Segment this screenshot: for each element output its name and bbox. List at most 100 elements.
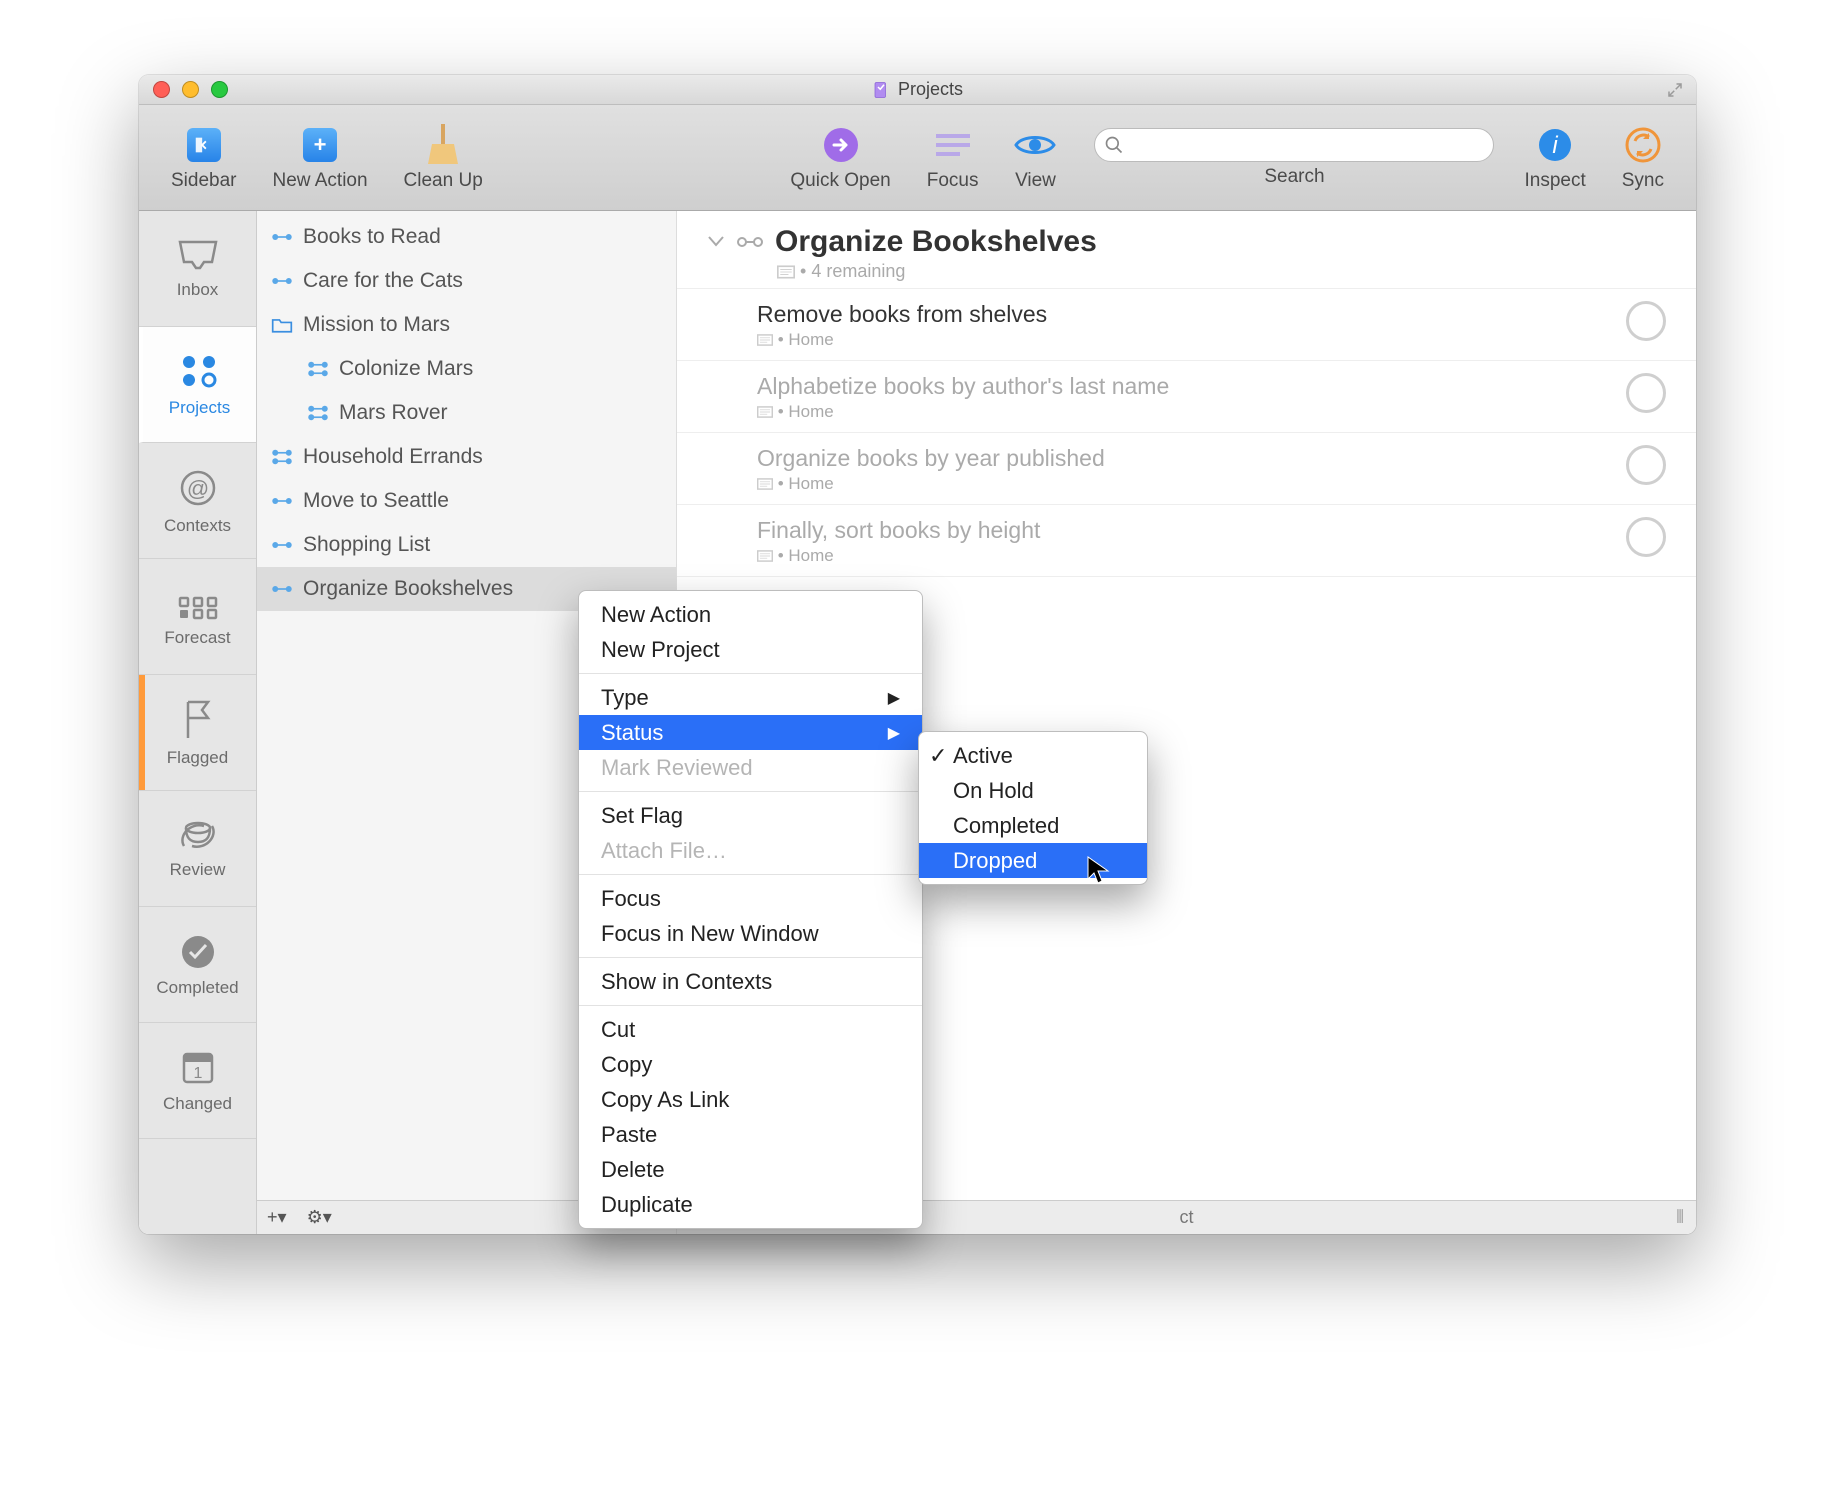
perspective-inbox[interactable]: Inbox — [139, 211, 256, 327]
completed-icon — [178, 932, 218, 972]
project-item[interactable]: Colonize Mars — [257, 347, 676, 391]
perspective-label: Flagged — [167, 748, 228, 768]
sync-button[interactable]: Sync — [1604, 105, 1682, 210]
menu-separator — [579, 1005, 922, 1006]
arrow-circle-icon — [820, 124, 862, 166]
project-type-icon — [271, 270, 293, 292]
project-label: Household Errands — [303, 445, 483, 469]
fullscreen-icon[interactable] — [1666, 81, 1684, 99]
quick-open-button[interactable]: Quick Open — [772, 105, 908, 210]
note-icon — [777, 265, 795, 279]
context-menu-item[interactable]: Show in Contexts — [579, 964, 922, 999]
context-menu-item[interactable]: Paste — [579, 1117, 922, 1152]
context-menu-item[interactable]: Focus — [579, 881, 922, 916]
perspective-review[interactable]: Review — [139, 791, 256, 907]
context-menu-item[interactable]: Cut — [579, 1012, 922, 1047]
perspective-contexts[interactable]: @ Contexts — [139, 443, 256, 559]
submenu-arrow-icon: ▶ — [888, 723, 900, 743]
add-menu-button[interactable]: +▾ — [267, 1207, 287, 1228]
task-row[interactable]: Finally, sort books by height • Home — [677, 505, 1696, 577]
footer-hint: ct — [1179, 1207, 1193, 1228]
eye-icon — [1014, 124, 1056, 166]
task-row[interactable]: Alphabetize books by author's last name … — [677, 361, 1696, 433]
menu-separator — [579, 791, 922, 792]
task-checkbox[interactable] — [1626, 301, 1666, 341]
project-item[interactable]: Books to Read — [257, 215, 676, 259]
changed-icon: 1 — [178, 1048, 218, 1088]
context-menu-item[interactable]: New Action — [579, 597, 922, 632]
menu-item-label: Status — [601, 720, 663, 746]
search-icon — [1104, 135, 1124, 155]
sidebar-label: Sidebar — [171, 170, 237, 192]
menu-item-label: Mark Reviewed — [601, 755, 753, 781]
project-item[interactable]: Mars Rover — [257, 391, 676, 435]
perspective-flagged[interactable]: Flagged — [139, 675, 256, 791]
search-input[interactable] — [1094, 128, 1494, 162]
context-menu-item[interactable]: Status ▶ — [579, 715, 922, 750]
sync-label: Sync — [1622, 170, 1664, 192]
task-row[interactable]: Organize books by year published • Home — [677, 433, 1696, 505]
new-action-button[interactable]: + New Action — [255, 105, 386, 210]
project-type-icon — [271, 534, 293, 556]
project-item[interactable]: Household Errands — [257, 435, 676, 479]
menu-item-label: Duplicate — [601, 1192, 693, 1218]
sidebar-toggle-button[interactable]: Sidebar — [153, 105, 255, 210]
perspective-label: Review — [170, 860, 226, 880]
clean-up-button[interactable]: Clean Up — [386, 105, 501, 210]
submenu-item[interactable]: On Hold — [919, 773, 1147, 808]
mouse-cursor — [1086, 855, 1110, 887]
project-item[interactable]: Shopping List — [257, 523, 676, 567]
submenu-item[interactable]: Dropped — [919, 843, 1147, 878]
context-menu-item[interactable]: Delete — [579, 1152, 922, 1187]
context-menu-item[interactable]: Duplicate — [579, 1187, 922, 1222]
context-menu-item[interactable]: Type▶ — [579, 680, 922, 715]
context-menu[interactable]: New Action New Project Type▶ Status ▶ Mark Re… — [578, 590, 923, 1229]
task-checkbox[interactable] — [1626, 445, 1666, 485]
project-type-icon — [737, 233, 763, 251]
project-item[interactable]: Care for the Cats — [257, 259, 676, 303]
view-button[interactable]: View — [996, 105, 1074, 210]
context-menu-item[interactable]: Focus in New Window — [579, 916, 922, 951]
submenu-item[interactable]: Completed — [919, 808, 1147, 843]
minimize-window-button[interactable] — [182, 81, 199, 98]
task-context: • Home — [757, 402, 1608, 422]
context-menu-item[interactable]: New Project — [579, 632, 922, 667]
perspective-label: Inbox — [177, 280, 219, 300]
project-type-icon — [307, 402, 329, 424]
info-icon: i — [1534, 124, 1576, 166]
submenu-arrow-icon: ▶ — [888, 688, 900, 708]
perspective-label: Forecast — [164, 628, 230, 648]
close-window-button[interactable] — [153, 81, 170, 98]
gear-menu-button[interactable]: ⚙︎▾ — [307, 1207, 332, 1228]
perspective-forecast[interactable]: Forecast — [139, 559, 256, 675]
task-checkbox[interactable] — [1626, 517, 1666, 557]
resize-grip[interactable]: ⦀ — [1676, 1207, 1686, 1228]
perspective-projects[interactable]: Projects — [139, 327, 256, 443]
submenu-item-label: Completed — [953, 813, 1059, 839]
sync-icon — [1622, 124, 1664, 166]
context-menu-item[interactable]: Copy As Link — [579, 1082, 922, 1117]
perspective-completed[interactable]: Completed — [139, 907, 256, 1023]
disclosure-icon[interactable] — [707, 235, 725, 249]
project-item[interactable]: Move to Seattle — [257, 479, 676, 523]
perspective-label: Completed — [156, 978, 238, 998]
status-submenu[interactable]: ✓ActiveOn Hold Completed Dropped — [918, 731, 1148, 885]
context-menu-item[interactable]: Copy — [579, 1047, 922, 1082]
menu-item-label: New Action — [601, 602, 711, 628]
clean-up-label: Clean Up — [404, 170, 483, 192]
note-icon — [757, 478, 773, 490]
perspective-changed[interactable]: 1 Changed — [139, 1023, 256, 1139]
inspect-button[interactable]: i Inspect — [1506, 105, 1603, 210]
project-label: Move to Seattle — [303, 489, 449, 513]
zoom-window-button[interactable] — [211, 81, 228, 98]
task-row[interactable]: Remove books from shelves • Home — [677, 289, 1696, 361]
submenu-item[interactable]: ✓Active — [919, 738, 1147, 773]
task-checkbox[interactable] — [1626, 373, 1666, 413]
focus-button[interactable]: Focus — [909, 105, 997, 210]
project-item[interactable]: Mission to Mars — [257, 303, 676, 347]
context-menu-item[interactable]: Set Flag — [579, 798, 922, 833]
inbox-icon — [176, 238, 220, 274]
menu-item-label: Attach File… — [601, 838, 727, 864]
outline-header: Organize Bookshelves • 4 remaining — [677, 211, 1696, 289]
svg-text:i: i — [1552, 132, 1558, 159]
